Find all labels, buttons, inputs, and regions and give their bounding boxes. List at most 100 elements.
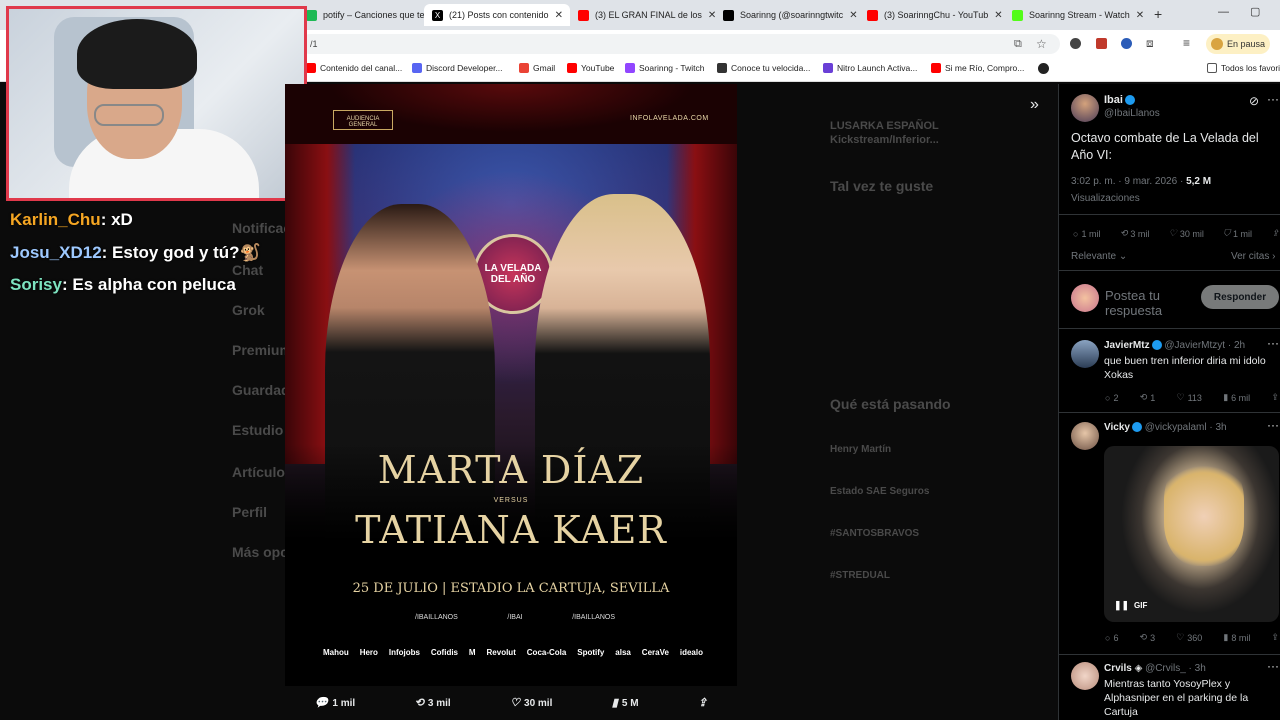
more-options-icon[interactable]: ···	[1267, 418, 1279, 432]
verified-badge-icon	[1124, 95, 1135, 106]
share-button[interactable]: ⇪	[1271, 228, 1279, 239]
chat-username: Josu_XD12	[10, 243, 102, 262]
reply-handle[interactable]: @vickypalaml · 3h	[1145, 422, 1227, 433]
collapse-panel-icon[interactable]: »	[1030, 96, 1039, 114]
avatar[interactable]	[1071, 662, 1099, 690]
chat-username: Karlin_Chu	[10, 210, 101, 229]
reply-gif[interactable]: ❚❚ GIF	[1104, 446, 1279, 622]
repost-button[interactable]: ⟲ 3 mil	[1120, 228, 1150, 239]
tab-kick-stream[interactable]: Soarinng Stream - Watch ✕	[1004, 4, 1148, 26]
close-icon[interactable]: ✕	[708, 10, 715, 21]
repost-button[interactable]: ⟲ 3 mil	[415, 697, 451, 709]
close-icon[interactable]: ✕	[1136, 10, 1144, 21]
puzzle-extensions-icon[interactable]: ⧈	[1146, 36, 1154, 51]
chat-username: Sorisy	[10, 275, 62, 294]
more-options-icon[interactable]: ···	[1267, 336, 1279, 350]
tab-youtube-channel[interactable]: (3) SoarinngChu - YouTub ✕	[859, 4, 1004, 26]
like-button[interactable]: ♡ 30 mil	[1169, 228, 1204, 239]
bookmark-icon: ⛉	[1223, 228, 1231, 238]
like-button[interactable]: ♡ 30 mil	[510, 697, 553, 709]
url-field[interactable]: /1	[300, 34, 1060, 54]
sponsor-logo: idealo	[679, 648, 703, 657]
trend-item: #STREDUAL	[830, 570, 891, 581]
bookmark-item[interactable]: Soarinng - Twitch	[625, 63, 705, 73]
close-icon[interactable]: ✕	[994, 10, 1002, 21]
sort-label: Relevante	[1071, 251, 1117, 262]
reply-author[interactable]: Vicky	[1104, 422, 1130, 433]
tab-youtube-final[interactable]: (3) EL GRAN FINAL de los ✕	[570, 4, 715, 26]
sort-relevant-dropdown[interactable]: Relevante ⌄	[1071, 251, 1127, 262]
author-name[interactable]: Ibai	[1104, 94, 1135, 106]
pause-icon[interactable]: ❚❚	[1114, 600, 1129, 611]
view-quotes-link[interactable]: Ver citas ›	[1231, 251, 1275, 262]
close-icon[interactable]: ✕	[555, 10, 563, 21]
reply-button[interactable]: ○ 6	[1105, 632, 1118, 643]
avatar[interactable]	[1071, 340, 1099, 368]
like-count: 30 mil	[524, 697, 553, 709]
divider	[1059, 412, 1280, 413]
bookmark-item[interactable]: Gmail	[519, 63, 555, 73]
share-button[interactable]: ⇪	[1271, 392, 1279, 403]
globe-icon[interactable]	[1038, 63, 1049, 74]
tab-tiktok[interactable]: Soarinng (@soarinngtwitc ✕	[715, 4, 859, 26]
reply-handle[interactable]: @JavierMtzyt · 2h	[1164, 340, 1245, 351]
bookmark-item[interactable]: Discord Developer...	[412, 63, 503, 73]
views-button[interactable]: ▮ 8 mil	[1223, 632, 1250, 643]
youtube-handle: /IBAILLANOS	[415, 614, 458, 621]
reply-input[interactable]: Postea tu respuesta	[1105, 288, 1195, 318]
tab-spotify[interactable]: potify – Canciones que te ✕	[298, 4, 424, 26]
avatar[interactable]	[1071, 422, 1099, 450]
divider	[1059, 654, 1280, 655]
share-button[interactable]: ⇪	[698, 697, 707, 709]
install-app-icon[interactable]: ⧉	[1014, 38, 1022, 51]
repost-button[interactable]: ⟲ 1	[1140, 392, 1156, 403]
reply-button[interactable]: ○ 1 mil	[1073, 228, 1100, 239]
quotes-label: Ver citas	[1231, 251, 1270, 262]
grok-icon[interactable]: ⊘	[1249, 94, 1259, 108]
views-button[interactable]: ▮ 6 mil	[1223, 392, 1250, 403]
bookmark-item[interactable]: YouTube	[567, 63, 614, 73]
repost-button[interactable]: ⟲ 3	[1140, 632, 1156, 643]
views-button[interactable]: ▮ 5 M	[612, 697, 639, 709]
bookmark-star-icon[interactable]: ☆	[1036, 37, 1047, 51]
bookmark-item[interactable]: Conoce tu velocida...	[717, 63, 810, 73]
reply-count: 1 mil	[1081, 228, 1101, 239]
sponsor-logo: M	[468, 648, 476, 657]
extension-icon[interactable]	[1121, 38, 1132, 49]
tab-x-posts[interactable]: X (21) Posts con contenido ✕	[424, 4, 570, 26]
reply-button[interactable]: 💬 1 mil	[315, 697, 356, 709]
chevron-right-icon: ›	[1272, 251, 1276, 262]
extension-icon[interactable]	[1070, 38, 1081, 49]
avatar[interactable]	[1071, 94, 1099, 122]
extension-icon[interactable]	[1096, 38, 1107, 49]
post-detail-panel: Ibai @IbaiLlanos ⊘ ··· Octavo combate de…	[1058, 84, 1280, 720]
close-icon[interactable]: ✕	[849, 10, 857, 21]
bookmark-button[interactable]: ⛉ 1 mil	[1223, 228, 1252, 239]
share-button[interactable]: ⇪	[1271, 632, 1279, 643]
like-button[interactable]: ♡ 113	[1177, 392, 1202, 403]
bookmark-item[interactable]: Si me Río, Compro...	[931, 63, 1024, 73]
reply-author[interactable]: Crvils	[1104, 663, 1132, 674]
media-stats-bar: 💬 1 mil ⟲ 3 mil ♡ 30 mil ▮ 5 M ⇪	[285, 690, 737, 716]
twitch-icon	[625, 63, 635, 73]
maximize-icon[interactable]: ▢	[1250, 5, 1260, 18]
views-count: 8 mil	[1231, 632, 1251, 643]
new-tab-plus-icon[interactable]: +	[1154, 6, 1162, 22]
reply-handle[interactable]: @Crvils_ · 3h	[1145, 663, 1206, 674]
bookmark-item[interactable]: Contenido del canal...	[306, 63, 402, 73]
all-bookmarks[interactable]: Todos los favoritos	[1207, 63, 1280, 73]
media-control-icon[interactable]: ≡	[1183, 36, 1190, 50]
profile-paused-button[interactable]: En pausa	[1206, 34, 1270, 54]
reply-button[interactable]: ○ 2	[1105, 392, 1118, 403]
more-options-icon[interactable]: ···	[1267, 92, 1279, 106]
reply-author[interactable]: JavierMtz	[1104, 340, 1150, 351]
author-handle[interactable]: @IbaiLlanos	[1104, 108, 1160, 119]
minimize-icon[interactable]: —	[1218, 6, 1229, 18]
tweet-time[interactable]: 3:02 p. m. · 9 mar. 2026 ·	[1071, 176, 1183, 187]
like-button[interactable]: ♡ 360	[1176, 632, 1202, 643]
more-options-icon[interactable]: ···	[1267, 659, 1279, 673]
reply-submit-button[interactable]: Responder	[1201, 285, 1279, 309]
post-media-image[interactable]: AUDIENCIA GENERAL INFOLAVELADA.COM LA VE…	[285, 84, 737, 686]
bookmark-item[interactable]: Nitro Launch Activa...	[823, 63, 917, 73]
url-text: /1	[310, 39, 318, 49]
